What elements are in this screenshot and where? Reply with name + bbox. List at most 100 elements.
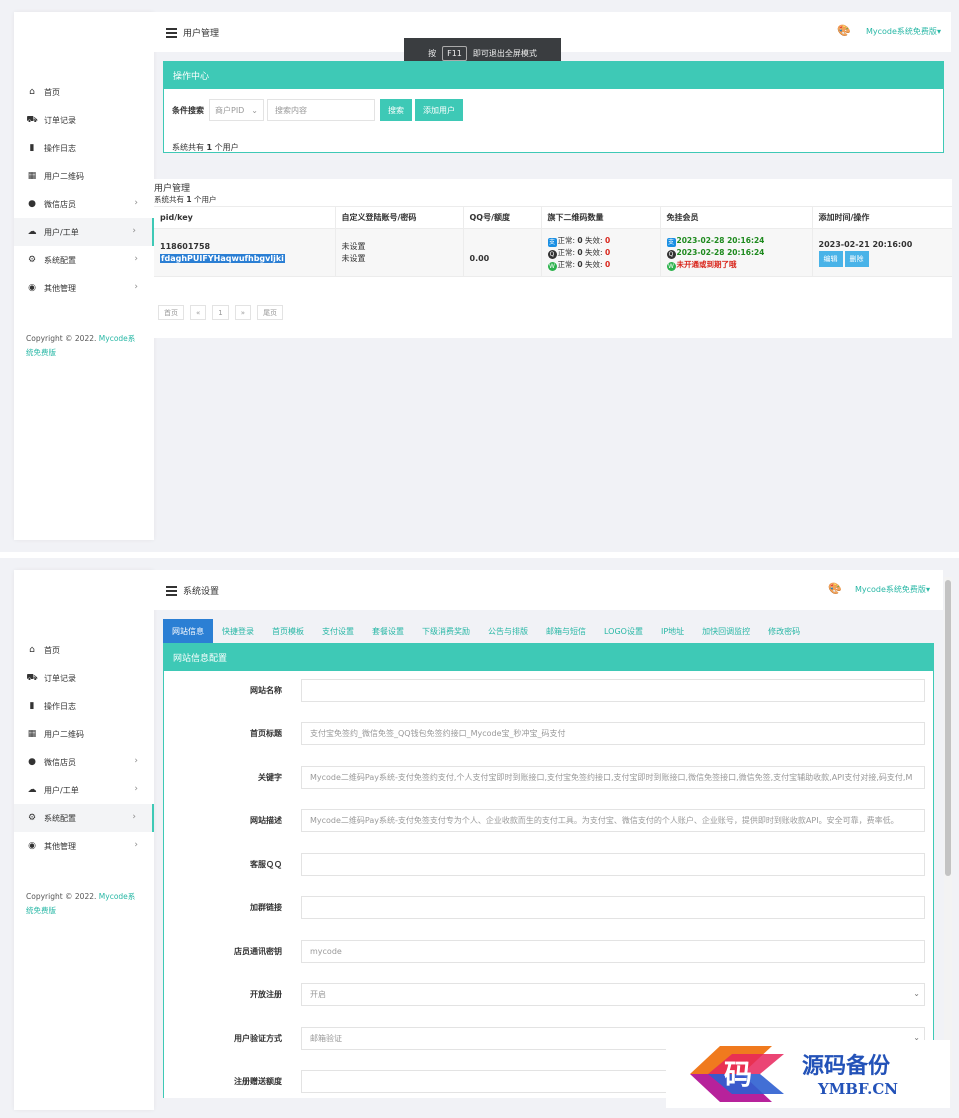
sidebar-item-system-config[interactable]: ⚙ 系统配置 ›: [14, 246, 154, 274]
sidebar-item-users[interactable]: ☁ 用户/工单 ›: [14, 776, 154, 804]
menu-toggle-icon[interactable]: [166, 586, 177, 599]
scrollbar-thumb[interactable]: [945, 580, 951, 876]
key-value[interactable]: fdaghPUIFYHaqwufhbgvljki: [160, 253, 285, 263]
tab-packages[interactable]: 套餐设置: [363, 619, 413, 643]
sidebar-item-qrcode[interactable]: ▦ 用户二维码: [14, 162, 154, 190]
staff-key-input[interactable]: mycode: [301, 940, 925, 963]
add-user-button[interactable]: 添加用户: [415, 99, 463, 121]
tip-suffix: 即可退出全屏模式: [472, 48, 537, 58]
tab-rewards[interactable]: 下级消费奖励: [413, 619, 479, 643]
col-header: 旗下二维码数量: [541, 206, 661, 229]
tab-mail-sms[interactable]: 邮箱与短信: [537, 619, 595, 643]
wechat-icon: ●: [28, 199, 36, 209]
chevron-right-icon: ›: [134, 784, 138, 794]
search-input[interactable]: 搜索内容: [267, 99, 375, 121]
copyright-text: Copyright © 2022.: [26, 334, 99, 343]
keywords-input[interactable]: Mycode二维码Pay系统-支付免签约支付,个人支付宝即时到账接口,支付宝免签…: [301, 766, 925, 789]
page-next[interactable]: »: [234, 305, 252, 320]
service-qq-input[interactable]: [301, 853, 925, 876]
tab-password[interactable]: 修改密码: [759, 619, 809, 643]
tab-notice[interactable]: 公告与排版: [479, 619, 537, 643]
user-menu[interactable]: Mycode系统免费版▾: [855, 584, 930, 595]
sidebar-item-home[interactable]: ⌂ 首页: [14, 78, 154, 106]
qrcode-icon: ▦: [27, 171, 37, 181]
search-button[interactable]: 搜索: [380, 99, 412, 121]
qr-fail-label: 失效:: [585, 259, 603, 269]
group-link-input[interactable]: [301, 896, 925, 919]
description-input[interactable]: Mycode二维码Pay系统-支付免签支付专为个人、企业收款而生的支付工具。为支…: [301, 809, 925, 832]
cell-added: 2023-02-21 20:16:00 编辑 删除: [812, 228, 952, 277]
sidebar-item-logs[interactable]: ▮ 操作日志: [14, 134, 154, 162]
sidebar-menu: ⌂ 首页 ⛟ 订单记录 ▮ 操作日志 ▦ 用户二维码 ● 微信店员 › ☁ 用户/工单 › ⚙ 系…: [14, 78, 154, 302]
list-subtitle: 系统共有 1 个用户: [154, 194, 217, 205]
sidebar-item-wechat-staff[interactable]: ● 微信店员 ›: [14, 748, 154, 776]
field-label: 首页标题: [250, 729, 282, 738]
page-last[interactable]: 尾页: [257, 305, 284, 320]
page-title: 用户管理: [183, 29, 220, 39]
sidebar-item-users[interactable]: ☁ 用户/工单 ›: [14, 218, 154, 246]
user-menu[interactable]: Mycode系统免费版▾: [866, 26, 941, 37]
cart-icon: ⛟: [26, 672, 38, 683]
tip-prefix: 按: [428, 48, 437, 58]
tab-home-template[interactable]: 首页模板: [263, 619, 313, 643]
field-label: 开放注册: [250, 990, 282, 999]
site-name-input[interactable]: [301, 679, 925, 702]
edit-button[interactable]: 编辑: [818, 250, 843, 267]
chevron-right-icon: ›: [134, 198, 138, 208]
qr-normal-count: 0: [577, 259, 583, 269]
page-first[interactable]: 首页: [158, 305, 184, 320]
alipay-icon: 支: [547, 237, 557, 247]
tab-callback[interactable]: 加快回调监控: [693, 619, 759, 643]
tip-key: F11: [442, 45, 467, 61]
tab-quick-login[interactable]: 快捷登录: [213, 619, 263, 643]
page-number[interactable]: 1: [212, 305, 229, 320]
qq-icon: Q: [547, 249, 557, 259]
ops-panel-title: 操作中心: [164, 62, 943, 89]
watermark-en: YMBF.CN: [818, 1080, 899, 1098]
tab-site-info[interactable]: 网站信息: [163, 619, 213, 643]
col-header: 添加时间/操作: [812, 206, 952, 229]
cloud-icon: ☁: [27, 227, 37, 237]
palette-icon[interactable]: 🎨: [828, 582, 842, 595]
sidebar-item-logs[interactable]: ▮ 操作日志: [14, 692, 154, 720]
settings-tabs: 网站信息 快捷登录 首页模板 支付设置 套餐设置 下级消费奖励 公告与排版 邮箱…: [163, 619, 809, 643]
sidebar-item-system-config[interactable]: ⚙ 系统配置 ›: [14, 804, 154, 832]
field-label: 网站描述: [250, 816, 282, 825]
field-label: 加群链接: [250, 903, 282, 912]
cell-account: 未设置 未设置: [335, 228, 464, 277]
field-label: 用户验证方式: [234, 1034, 282, 1043]
home-title-input[interactable]: 支付宝免签约_微信免签_QQ钱包免签约接口_Mycode宝_秒冲宝_码支付: [301, 722, 925, 745]
sidebar-item-label: 系统配置: [44, 813, 76, 823]
sidebar-item-other[interactable]: ◉ 其他管理 ›: [14, 274, 154, 302]
added-time: 2023-02-21 20:16:00: [818, 239, 913, 249]
tab-ip[interactable]: IP地址: [652, 619, 693, 643]
password-value: 未设置: [341, 253, 366, 263]
qr-line-wechat: W 正常: 0 失效: 0: [547, 259, 660, 271]
sidebar-item-qrcode[interactable]: ▦ 用户二维码: [14, 720, 154, 748]
menu-toggle-icon[interactable]: [166, 28, 177, 41]
chevron-right-icon: ›: [134, 282, 138, 292]
sidebar-item-home[interactable]: ⌂ 首页: [14, 636, 154, 664]
tab-payment[interactable]: 支付设置: [313, 619, 363, 643]
sidebar: ⌂ 首页 ⛟ 订单记录 ▮ 操作日志 ▦ 用户二维码 ● 微信店员 › ☁ 用户/工单 › ⚙ 系…: [14, 570, 154, 1110]
pid-value: 118601758: [160, 241, 211, 251]
open-register-select[interactable]: 开启 ⌄: [301, 983, 925, 1006]
delete-button[interactable]: 删除: [844, 250, 869, 267]
chevron-down-icon: ⌄: [251, 105, 258, 115]
site-info-panel-title: 网站信息配置: [164, 644, 933, 671]
form-row: 网站名称: [164, 679, 934, 703]
sidebar: ⌂ 首页 ⛟ 订单记录 ▮ 操作日志 ▦ 用户二维码 ● 微信店员 › ☁ 用户/工单 › ⚙ 系…: [14, 12, 154, 540]
sidebar-item-wechat-staff[interactable]: ● 微信店员 ›: [14, 190, 154, 218]
sidebar-item-other[interactable]: ◉ 其他管理 ›: [14, 832, 154, 860]
qr-fail-count: 0: [604, 235, 611, 245]
sidebar-item-orders[interactable]: ⛟ 订单记录: [14, 664, 154, 692]
tab-logo[interactable]: LOGO设置: [595, 619, 652, 643]
page-prev[interactable]: «: [190, 305, 207, 320]
palette-icon[interactable]: 🎨: [837, 24, 851, 37]
search-type-select[interactable]: 商户PID ⌄: [209, 99, 264, 121]
sidebar-item-orders[interactable]: ⛟ 订单记录: [14, 106, 154, 134]
sidebar-item-label: 微信店员: [44, 757, 76, 767]
sidebar-item-label: 其他管理: [44, 841, 76, 851]
vip-alipay-date: 2023-02-28 20:16:24: [676, 235, 765, 245]
sidebar-item-label: 首页: [44, 87, 60, 97]
